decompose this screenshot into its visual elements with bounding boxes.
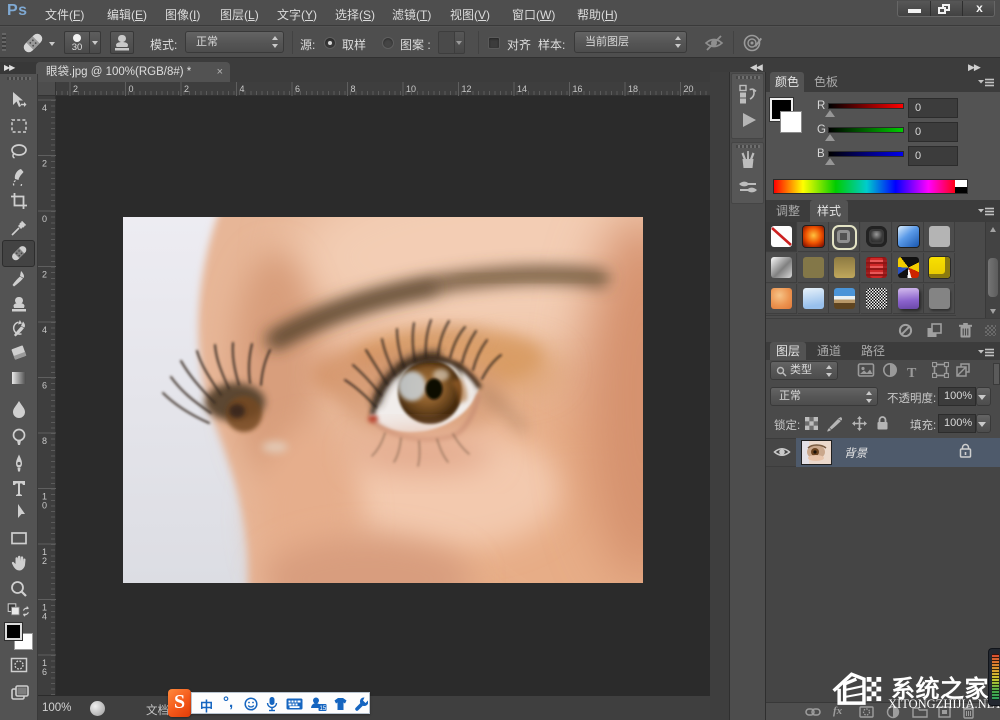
svg-text:8: 8 [351,84,356,94]
svg-text:15: 15 [320,706,327,712]
svg-text:2: 2 [42,159,47,169]
svg-text:4: 4 [42,325,47,335]
svg-text:6: 6 [42,381,47,391]
svg-text:0: 0 [42,501,47,511]
svg-text:4: 4 [42,612,47,622]
svg-text:2: 2 [184,84,189,94]
svg-text:4: 4 [240,84,245,94]
svg-text:20: 20 [684,84,694,94]
svg-text:12: 12 [462,84,472,94]
svg-text:4: 4 [42,103,47,113]
svg-text:10: 10 [406,84,416,94]
svg-text:0: 0 [42,214,47,224]
svg-text:18: 18 [628,84,638,94]
svg-text:2: 2 [73,84,78,94]
svg-text:2: 2 [42,556,47,566]
svg-text:2: 2 [42,270,47,280]
svg-text:8: 8 [42,436,47,446]
svg-text:14: 14 [517,84,527,94]
svg-text:6: 6 [295,84,300,94]
svg-text:0: 0 [129,84,134,94]
svg-text:6: 6 [42,667,47,677]
svg-text:16: 16 [573,84,583,94]
